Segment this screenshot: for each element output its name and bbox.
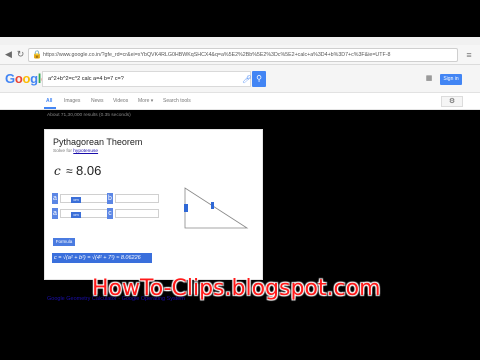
logo-letter: G <box>5 71 15 86</box>
reload-icon[interactable]: ↻ <box>15 49 26 60</box>
pythagorean-calculator-card: Pythagorean Theorem Solve for hypotenuse… <box>44 129 263 280</box>
search-input[interactable]: a^2+b^2=c^2 calc a=4 b=7 c=? 🎤︎ <box>42 71 252 87</box>
solve-for-row: Solve for hypotenuse <box>53 149 98 154</box>
active-tab-indicator <box>44 107 56 109</box>
lock-icon: 🔒 <box>32 50 42 59</box>
url-text: https://www.google.co.in/?gfe_rd=cr&ei=x… <box>43 52 391 58</box>
solve-for-prefix: Solve for <box>53 149 74 154</box>
result-variable: c <box>54 164 61 178</box>
field-a-row2-unit[interactable]: cm <box>71 212 81 218</box>
field-a-row2-input[interactable]: cm <box>60 209 110 218</box>
formula-text: c = √(a² + b²) = √(4² + 7²) ≈ 8.06226 <box>52 253 152 263</box>
field-c-input[interactable] <box>115 209 159 218</box>
field-a-label: a <box>52 193 58 204</box>
search-button[interactable]: ⚲ <box>252 71 266 87</box>
tab-images[interactable]: Images <box>64 97 80 105</box>
result-value: 8.06 <box>76 163 102 178</box>
url-field[interactable]: 🔒 https://www.google.co.in/?gfe_rd=cr&ei… <box>28 48 458 62</box>
formula-label: Formula <box>53 238 75 246</box>
microphone-icon[interactable]: 🎤︎ <box>242 75 252 84</box>
triangle-side-a-handle[interactable] <box>184 204 188 212</box>
field-c-label: c <box>107 208 113 219</box>
sign-in-button[interactable]: Sign in <box>440 74 462 85</box>
field-a-unit[interactable]: cm <box>71 197 81 203</box>
search-query: a^2+b^2=c^2 calc a=4 b=7 c=? <box>48 76 124 82</box>
tab-all[interactable]: All <box>46 97 52 105</box>
tab-search-tools[interactable]: Search tools <box>163 97 191 105</box>
search-tabs: All Images News Videos More ▾ Search too… <box>0 93 480 110</box>
tab-news[interactable]: News <box>91 97 104 105</box>
tab-more[interactable]: More ▾ <box>138 97 153 105</box>
back-icon[interactable]: ◀ <box>3 49 14 60</box>
logo-letter: g <box>30 71 38 86</box>
browser-titlebar <box>0 37 480 45</box>
field-a[interactable]: a cm <box>52 193 110 204</box>
search-icon: ⚲ <box>256 74 262 83</box>
tab-videos[interactable]: Videos <box>113 97 128 105</box>
apps-grid-icon[interactable]: ▦ <box>425 75 433 83</box>
approx-sign: ≈ <box>66 164 73 178</box>
gear-icon: ⚙ <box>448 98 456 105</box>
field-b-label: b <box>107 193 113 204</box>
settings-button[interactable]: ⚙ <box>441 96 463 107</box>
field-b[interactable]: b <box>107 193 159 204</box>
result-stats: About 71,30,000 results (0.35 seconds) <box>47 113 131 118</box>
field-b-input[interactable] <box>115 194 159 203</box>
calculator-title: Pythagorean Theorem <box>53 137 143 147</box>
field-c[interactable]: c <box>107 208 159 219</box>
triangle-diagram <box>184 187 249 229</box>
video-frame: ◀ ↻ 🔒 https://www.google.co.in/?gfe_rd=c… <box>0 0 480 360</box>
field-a-row2[interactable]: a cm <box>52 208 110 219</box>
logo-letter: o <box>22 71 31 86</box>
triangle-side-b-handle[interactable] <box>211 202 214 209</box>
address-bar: ◀ ↻ 🔒 https://www.google.co.in/?gfe_rd=c… <box>0 45 480 65</box>
field-a-input[interactable]: cm <box>60 194 110 203</box>
google-header: Google a^2+b^2=c^2 calc a=4 b=7 c=? 🎤︎ ⚲… <box>0 65 480 93</box>
field-a-row2-label: a <box>52 208 58 219</box>
browser-menu-icon[interactable]: ≡ <box>464 49 474 61</box>
solve-for-link[interactable]: hypotenuse <box>73 149 98 154</box>
watermark-text: HowTo-Clips.blogspot.com <box>92 276 381 301</box>
